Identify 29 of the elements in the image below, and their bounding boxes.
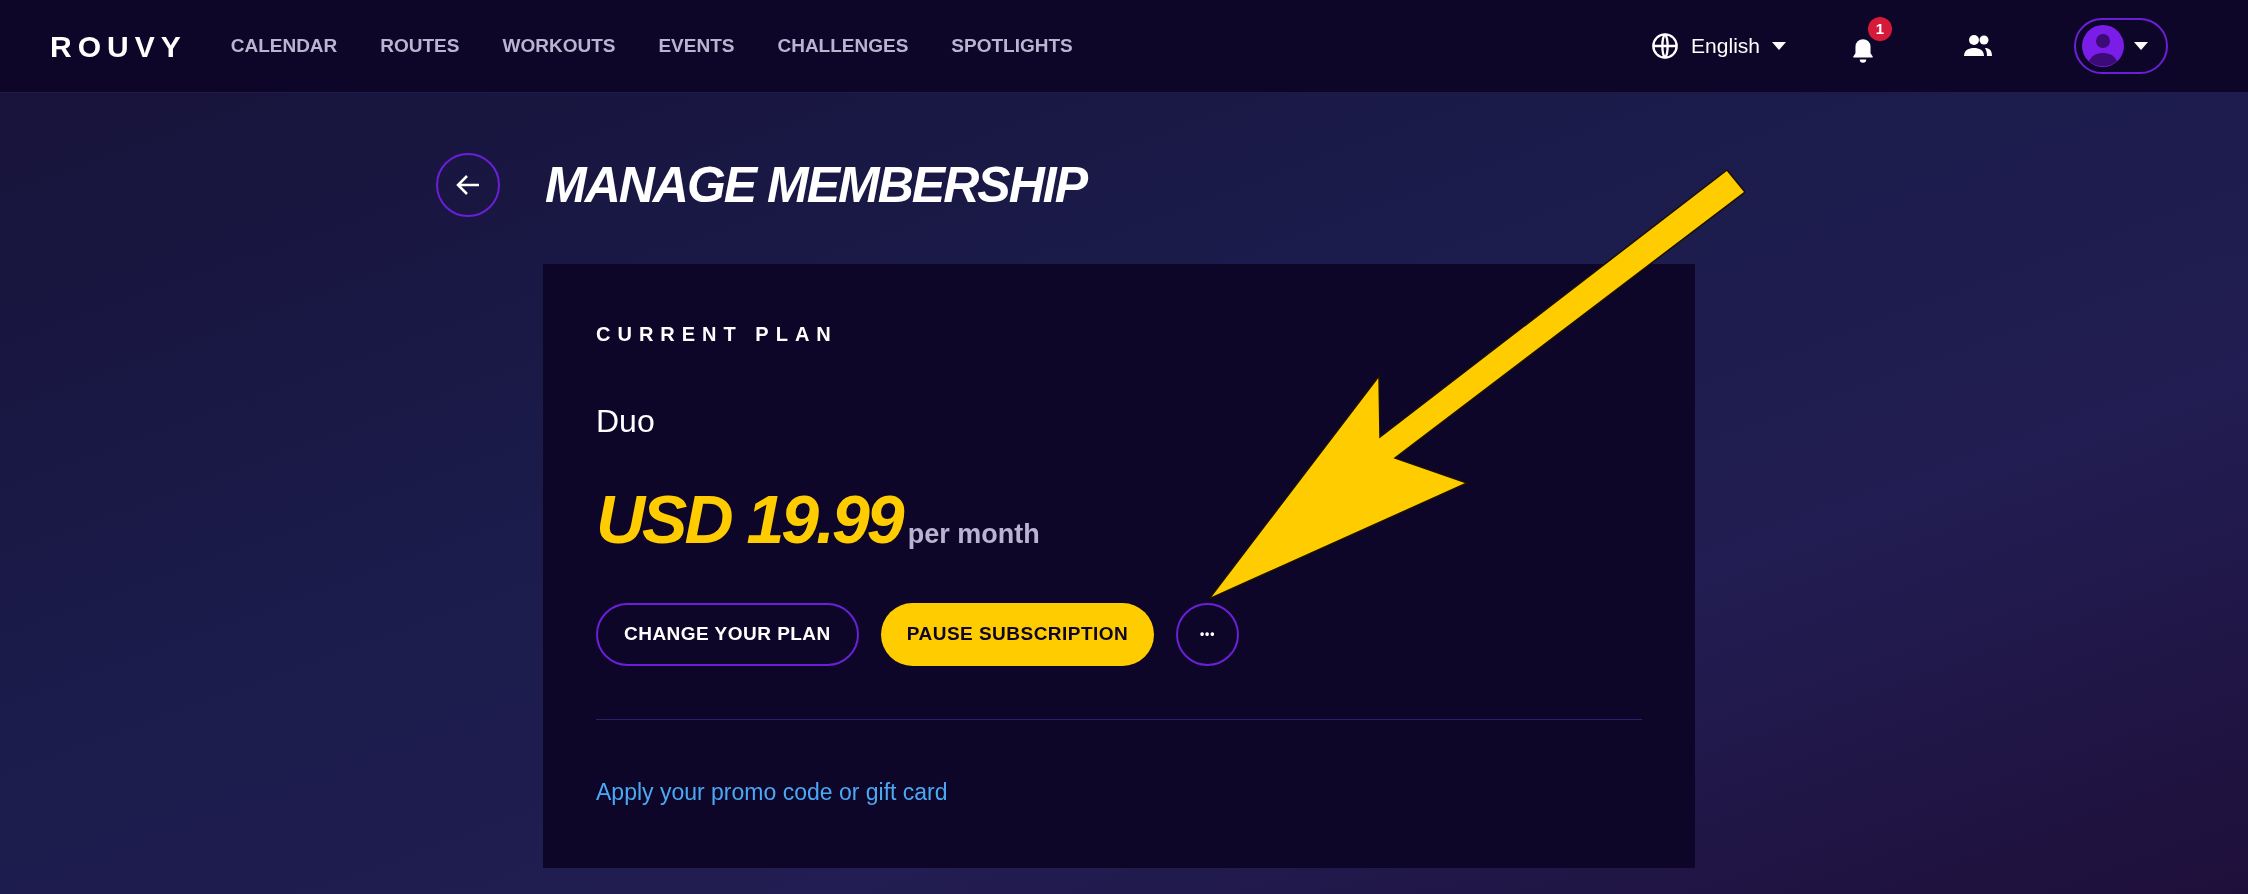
page-title: MANAGE MEMBERSHIP [545,160,1087,210]
profile-menu-button[interactable] [2074,18,2168,74]
friends-button[interactable] [1964,34,1992,58]
caret-icon [1772,42,1786,50]
section-label: CURRENT PLAN [596,322,839,347]
price: USD 19.99 [596,485,902,553]
notifications-button[interactable]: 1 [1850,17,1892,65]
notification-badge: 1 [1868,17,1892,41]
language-selector[interactable]: English [1651,30,1786,62]
rouvy-logo[interactable]: ROUVY [50,23,187,69]
plan-name: Duo [596,402,656,441]
back-button[interactable] [436,153,500,217]
bell-icon [1850,37,1876,65]
caret-icon [2134,42,2148,50]
pause-subscription-button[interactable]: PAUSE SUBSCRIPTION [880,602,1155,666]
nav-link[interactable]: CALENDAR [230,31,338,61]
nav-link[interactable]: SPOTLIGHTS [951,31,1073,61]
nav-link[interactable]: ROUTES [380,31,460,61]
change-plan-button[interactable]: CHANGE YOUR PLAN [596,602,859,666]
back-arrow-icon [455,174,481,196]
promo-code-link[interactable]: Apply your promo code or gift card [596,774,948,809]
avatar-icon [2082,25,2124,67]
more-options-button[interactable]: ••• [1176,602,1240,666]
nav-link[interactable]: EVENTS [658,31,735,61]
people-icon [1964,34,1992,58]
price-period: per month [907,518,1040,551]
nav-link[interactable]: WORKOUTS [502,31,616,61]
globe-icon [1651,32,1680,60]
nav-link[interactable]: CHALLENGES [777,31,909,61]
